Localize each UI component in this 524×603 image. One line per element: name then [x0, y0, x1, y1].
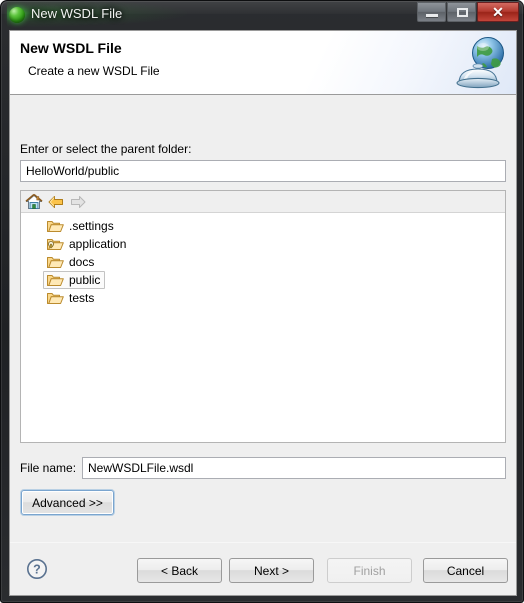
page-title: New WSDL File [20, 40, 122, 56]
parent-folder-label: Enter or select the parent folder: [20, 142, 192, 156]
close-icon: ✕ [492, 4, 504, 20]
folder-icon [47, 273, 64, 287]
folder-tree-list[interactable]: .settings application docs public tests [21, 213, 505, 442]
tree-item-application[interactable]: application [43, 235, 505, 253]
close-button[interactable]: ✕ [477, 2, 519, 22]
back-button[interactable]: < Back [137, 558, 222, 583]
dialog-footer: ? < Back Next > Finish Cancel [10, 543, 516, 595]
globe-service-bell-icon [453, 33, 511, 91]
dialog-client-area: New WSDL File Create a new WSDL File Ent… [9, 30, 517, 596]
advanced-button[interactable]: Advanced >> [21, 490, 114, 515]
maximize-icon [457, 8, 468, 17]
forward-arrow-icon [69, 193, 87, 211]
tree-item-public[interactable]: public [43, 271, 505, 289]
svg-text:?: ? [33, 563, 41, 577]
dialog-body: Enter or select the parent folder: Hello… [10, 96, 516, 530]
back-arrow-icon[interactable] [47, 193, 65, 211]
title-bar[interactable]: New WSDL File ✕ [1, 1, 524, 29]
home-icon[interactable] [25, 193, 43, 211]
next-button[interactable]: Next > [229, 558, 314, 583]
tree-item-label: .settings [69, 219, 114, 233]
green-sphere-icon [9, 7, 25, 23]
tree-item-tests[interactable]: tests [43, 289, 505, 307]
window-title: New WSDL File [31, 6, 123, 21]
help-question-icon[interactable]: ? [25, 557, 49, 581]
tree-item-label: tests [69, 291, 95, 305]
folder-locked-icon [47, 237, 64, 251]
tree-toolbar [21, 191, 505, 213]
page-subtitle: Create a new WSDL File [28, 64, 160, 78]
finish-button: Finish [327, 558, 412, 583]
minimize-icon [426, 14, 438, 17]
parent-folder-input[interactable] [20, 160, 506, 182]
folder-icon [47, 255, 64, 269]
tree-item-docs[interactable]: docs [43, 253, 505, 271]
wizard-banner: New WSDL File Create a new WSDL File [10, 31, 516, 95]
tree-item-settings[interactable]: .settings [43, 217, 505, 235]
file-name-label: File name: [20, 461, 77, 475]
minimize-button[interactable] [417, 2, 446, 22]
tree-item-label: public [69, 273, 101, 287]
folder-icon [47, 219, 64, 233]
maximize-button[interactable] [447, 2, 476, 22]
file-name-input[interactable] [82, 457, 506, 479]
folder-icon [47, 291, 64, 305]
folder-tree-panel: .settings application docs public tests [20, 190, 506, 443]
cancel-button[interactable]: Cancel [423, 558, 508, 583]
tree-item-label: docs [69, 255, 95, 269]
dialog-window: New WSDL File ✕ New WSDL File Create a n… [0, 0, 524, 603]
tree-item-label: application [69, 237, 127, 251]
